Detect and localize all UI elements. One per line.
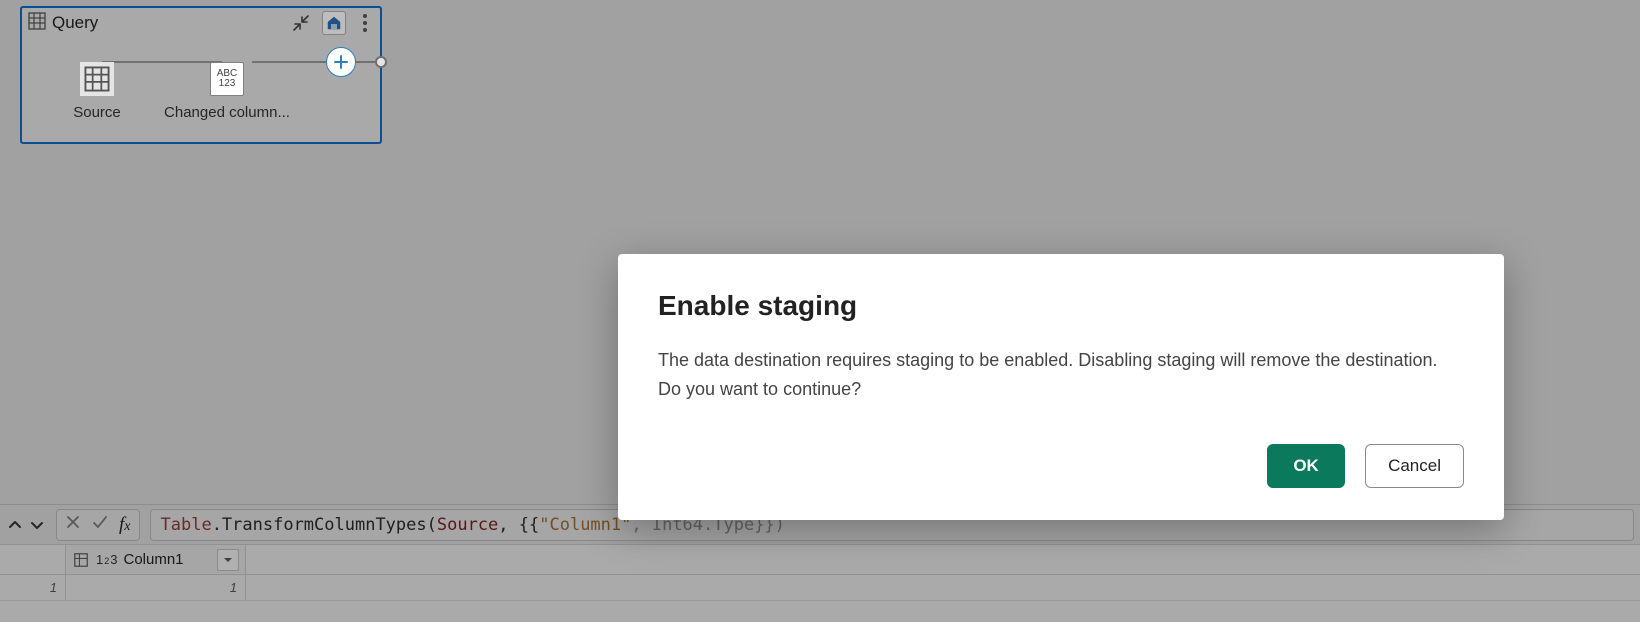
type-icon-text-top: ABC (217, 69, 238, 79)
type-icon-text-bottom: 123 (219, 79, 236, 89)
table-icon (80, 62, 114, 96)
cancel-button[interactable]: Cancel (1365, 444, 1464, 488)
dialog-body: The data destination requires staging to… (658, 346, 1464, 404)
enable-staging-dialog: Enable staging The data destination requ… (618, 254, 1504, 520)
dialog-title: Enable staging (658, 290, 1464, 322)
dialog-button-row: OK Cancel (658, 444, 1464, 488)
type-icon: ABC 123 (210, 62, 244, 96)
output-port[interactable] (375, 56, 387, 68)
plus-icon (333, 54, 349, 70)
step-connector (102, 61, 222, 63)
add-step-button[interactable] (326, 47, 356, 77)
ok-button[interactable]: OK (1267, 444, 1345, 488)
